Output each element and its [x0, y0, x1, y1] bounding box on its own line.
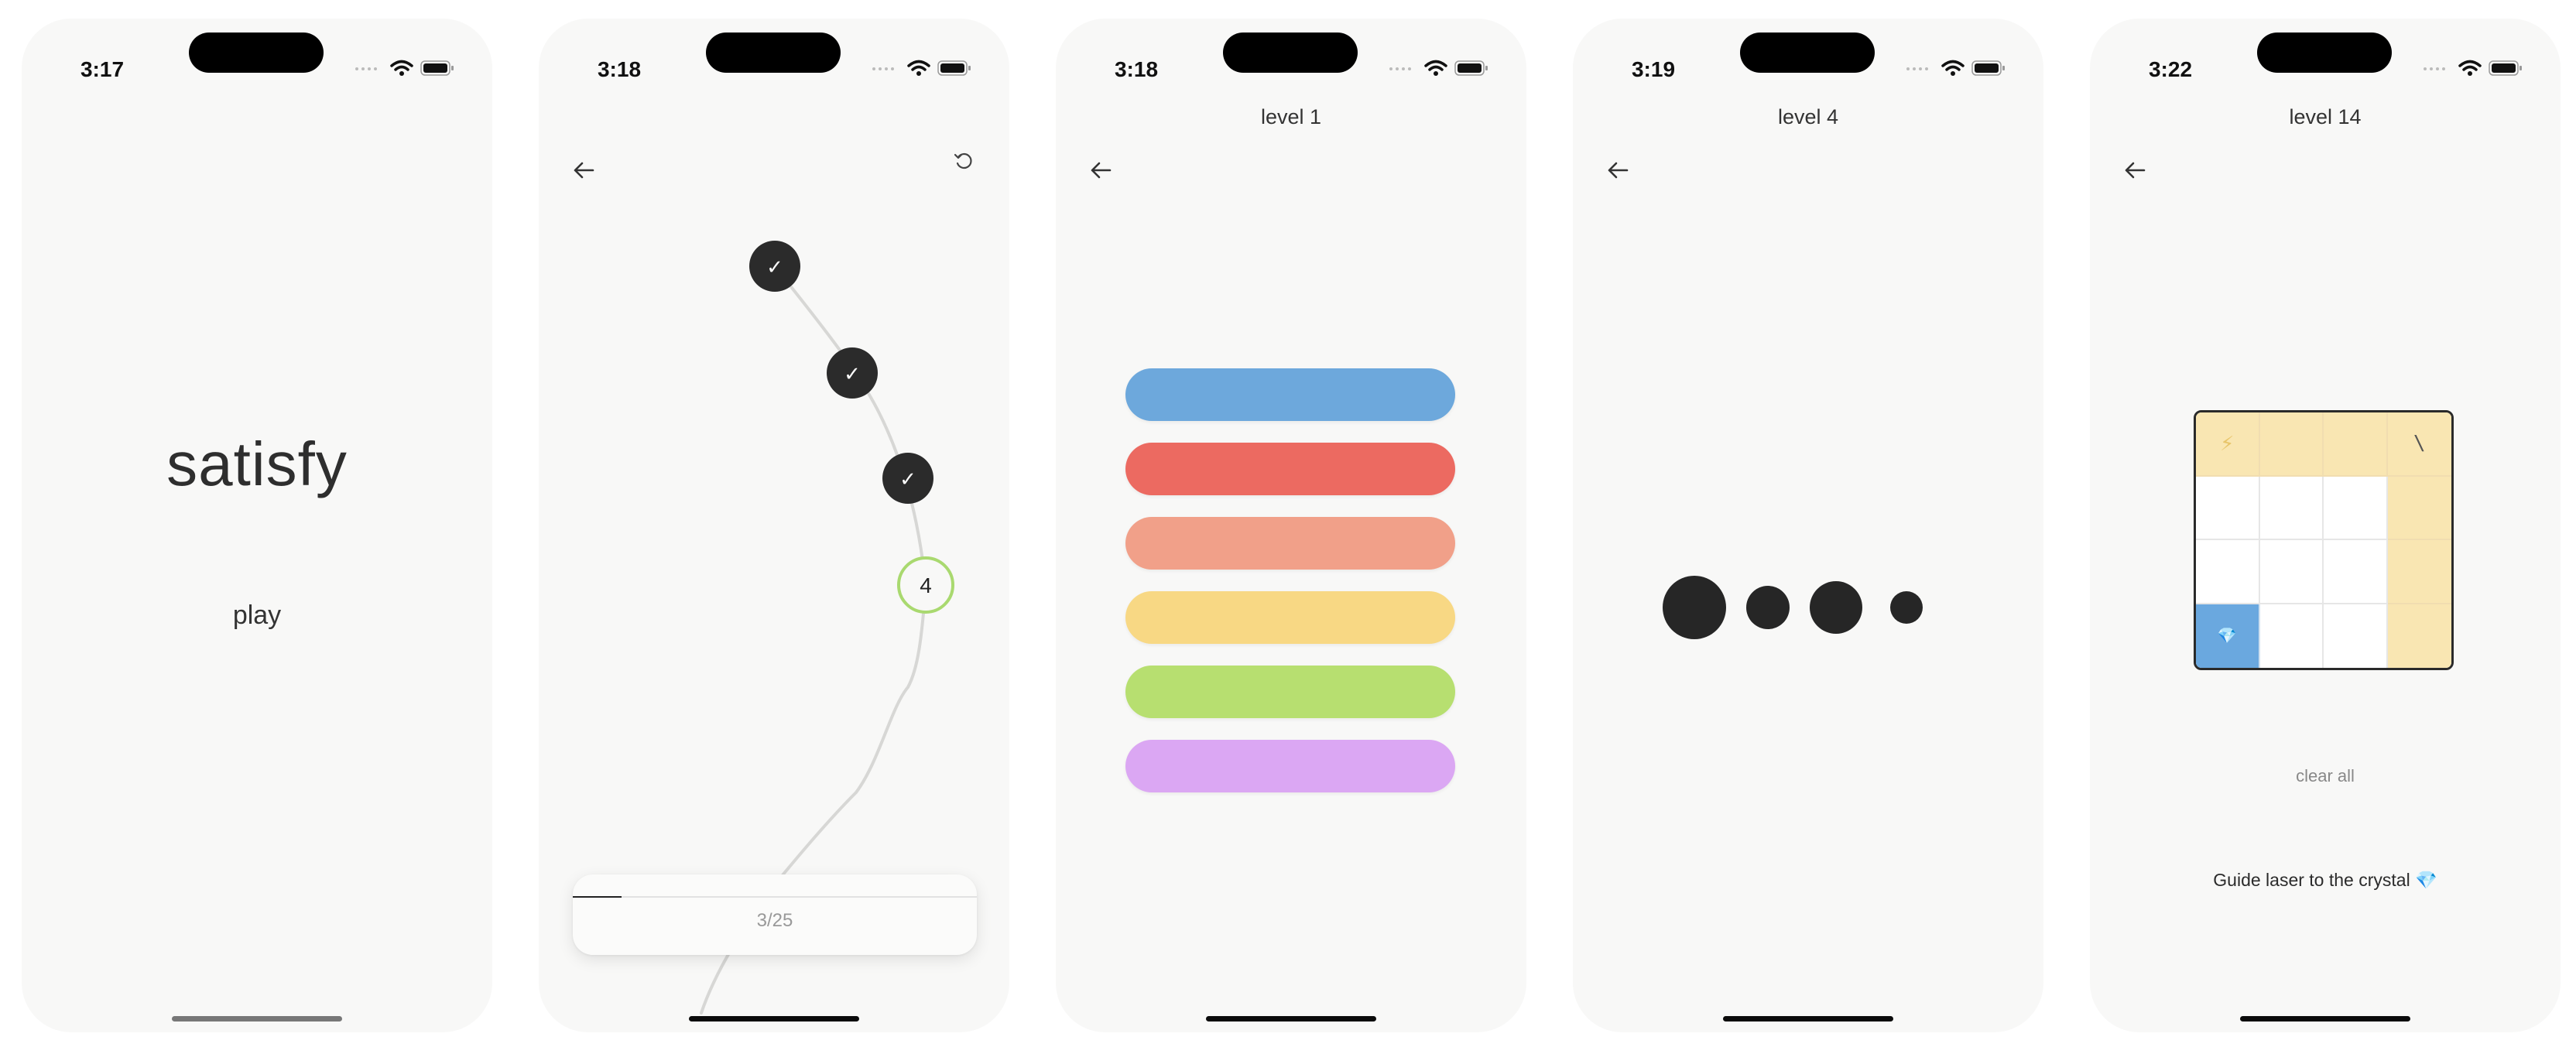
- grid-cell[interactable]: [2324, 604, 2388, 668]
- laser-puzzle-grid: ⚡ \ 💎: [2194, 410, 2454, 670]
- level-14-screen: 3:22 level 14 ⚡ \ 💎 clear all Guide lase…: [2090, 19, 2561, 1032]
- grid-cell[interactable]: [2196, 476, 2260, 540]
- cellular-signal-icon: [1389, 67, 1411, 70]
- home-screen: 3:17 satisfy play: [22, 19, 492, 1032]
- grid-cell-crystal[interactable]: 💎: [2196, 604, 2260, 668]
- battery-icon: [1971, 60, 2005, 76]
- color-bar-red[interactable]: [1125, 443, 1455, 495]
- home-indicator: [689, 1016, 859, 1021]
- grid-cell[interactable]: [2324, 476, 2388, 540]
- cellular-signal-icon: [2424, 67, 2445, 70]
- grid-cell[interactable]: [2259, 540, 2324, 604]
- wifi-icon: [1424, 60, 1447, 76]
- progress-fill: [573, 896, 622, 898]
- grid-cell[interactable]: [2387, 604, 2451, 668]
- dynamic-island: [1740, 33, 1875, 73]
- clear-all-button[interactable]: clear all: [2090, 766, 2561, 786]
- app-title: satisfy: [166, 429, 348, 498]
- status-time: 3:22: [2148, 57, 2193, 81]
- color-bar-purple[interactable]: [1125, 740, 1455, 792]
- progress-track: [573, 896, 977, 898]
- grid-cell[interactable]: [2324, 540, 2388, 604]
- svg-text:4: 4: [920, 573, 932, 597]
- grid-cell[interactable]: [2196, 540, 2260, 604]
- color-bar-blue[interactable]: [1125, 368, 1455, 421]
- level-node-3[interactable]: ✓: [882, 453, 933, 504]
- cellular-signal-icon: [355, 67, 377, 70]
- svg-text:✓: ✓: [844, 362, 861, 385]
- wifi-icon: [2458, 60, 2482, 76]
- status-time: 3:18: [1114, 57, 1159, 81]
- home-indicator: [1206, 1016, 1376, 1021]
- dot-large-1[interactable]: [1663, 576, 1726, 639]
- cellular-signal-icon: [1906, 67, 1928, 70]
- laser-source-icon: ⚡: [2220, 431, 2235, 455]
- dot-large-2[interactable]: [1810, 581, 1862, 634]
- color-bar-yellow[interactable]: [1125, 591, 1455, 644]
- level-title: level 14: [2289, 105, 2362, 128]
- back-arrow-icon[interactable]: [2121, 156, 2149, 184]
- status-time: 3:19: [1631, 57, 1676, 81]
- level-node-1[interactable]: ✓: [749, 241, 800, 292]
- level-node-2[interactable]: ✓: [827, 347, 878, 399]
- grid-cell[interactable]: [2259, 412, 2324, 477]
- wifi-icon: [390, 60, 413, 76]
- grid-cell[interactable]: [2259, 476, 2324, 540]
- home-indicator: [1723, 1016, 1893, 1021]
- grid-cell[interactable]: [2260, 604, 2324, 668]
- level-map-screen: 3:18 ✓ ✓ ✓ 4 3/25: [539, 19, 1009, 1032]
- level-4-screen: 3:19 level 4: [1573, 19, 2043, 1032]
- svg-text:✓: ✓: [899, 467, 916, 491]
- grid-cell-mirror[interactable]: \: [2387, 412, 2451, 477]
- hint-text: Guide laser to the crystal 💎: [2213, 870, 2437, 890]
- level-node-4-current[interactable]: 4: [897, 556, 954, 614]
- status-time: 3:17: [80, 57, 125, 81]
- grid-cell[interactable]: [2324, 412, 2388, 477]
- dynamic-island: [1223, 33, 1358, 73]
- play-button[interactable]: play: [22, 601, 492, 631]
- progress-text: 3/25: [756, 910, 793, 931]
- color-bar-salmon[interactable]: [1125, 517, 1455, 570]
- home-indicator: [2240, 1016, 2410, 1021]
- mirror-icon: \: [2413, 432, 2426, 456]
- wifi-icon: [1941, 60, 1965, 76]
- level-title: level 4: [1777, 105, 1839, 128]
- battery-icon: [420, 60, 454, 76]
- battery-icon: [1454, 60, 1488, 76]
- dynamic-island: [189, 33, 324, 73]
- dot-small-1[interactable]: [1890, 591, 1923, 624]
- grid-cell-laser-source[interactable]: ⚡: [2196, 412, 2260, 477]
- crystal-icon: 💎: [2217, 628, 2237, 645]
- level-1-screen: 3:18 level 1: [1056, 19, 1526, 1032]
- dynamic-island: [2257, 33, 2392, 73]
- svg-text:✓: ✓: [766, 255, 783, 279]
- back-arrow-icon[interactable]: [1604, 156, 1632, 184]
- level-title: level 1: [1260, 105, 1322, 128]
- grid-cell[interactable]: [2387, 540, 2451, 604]
- color-bar-green[interactable]: [1125, 666, 1455, 718]
- battery-icon: [2489, 60, 2522, 76]
- back-arrow-icon[interactable]: [1087, 156, 1115, 184]
- dot-medium-1[interactable]: [1746, 586, 1790, 629]
- home-indicator: [172, 1016, 342, 1021]
- progress-card: 3/25: [573, 874, 977, 955]
- grid-cell[interactable]: [2387, 476, 2451, 540]
